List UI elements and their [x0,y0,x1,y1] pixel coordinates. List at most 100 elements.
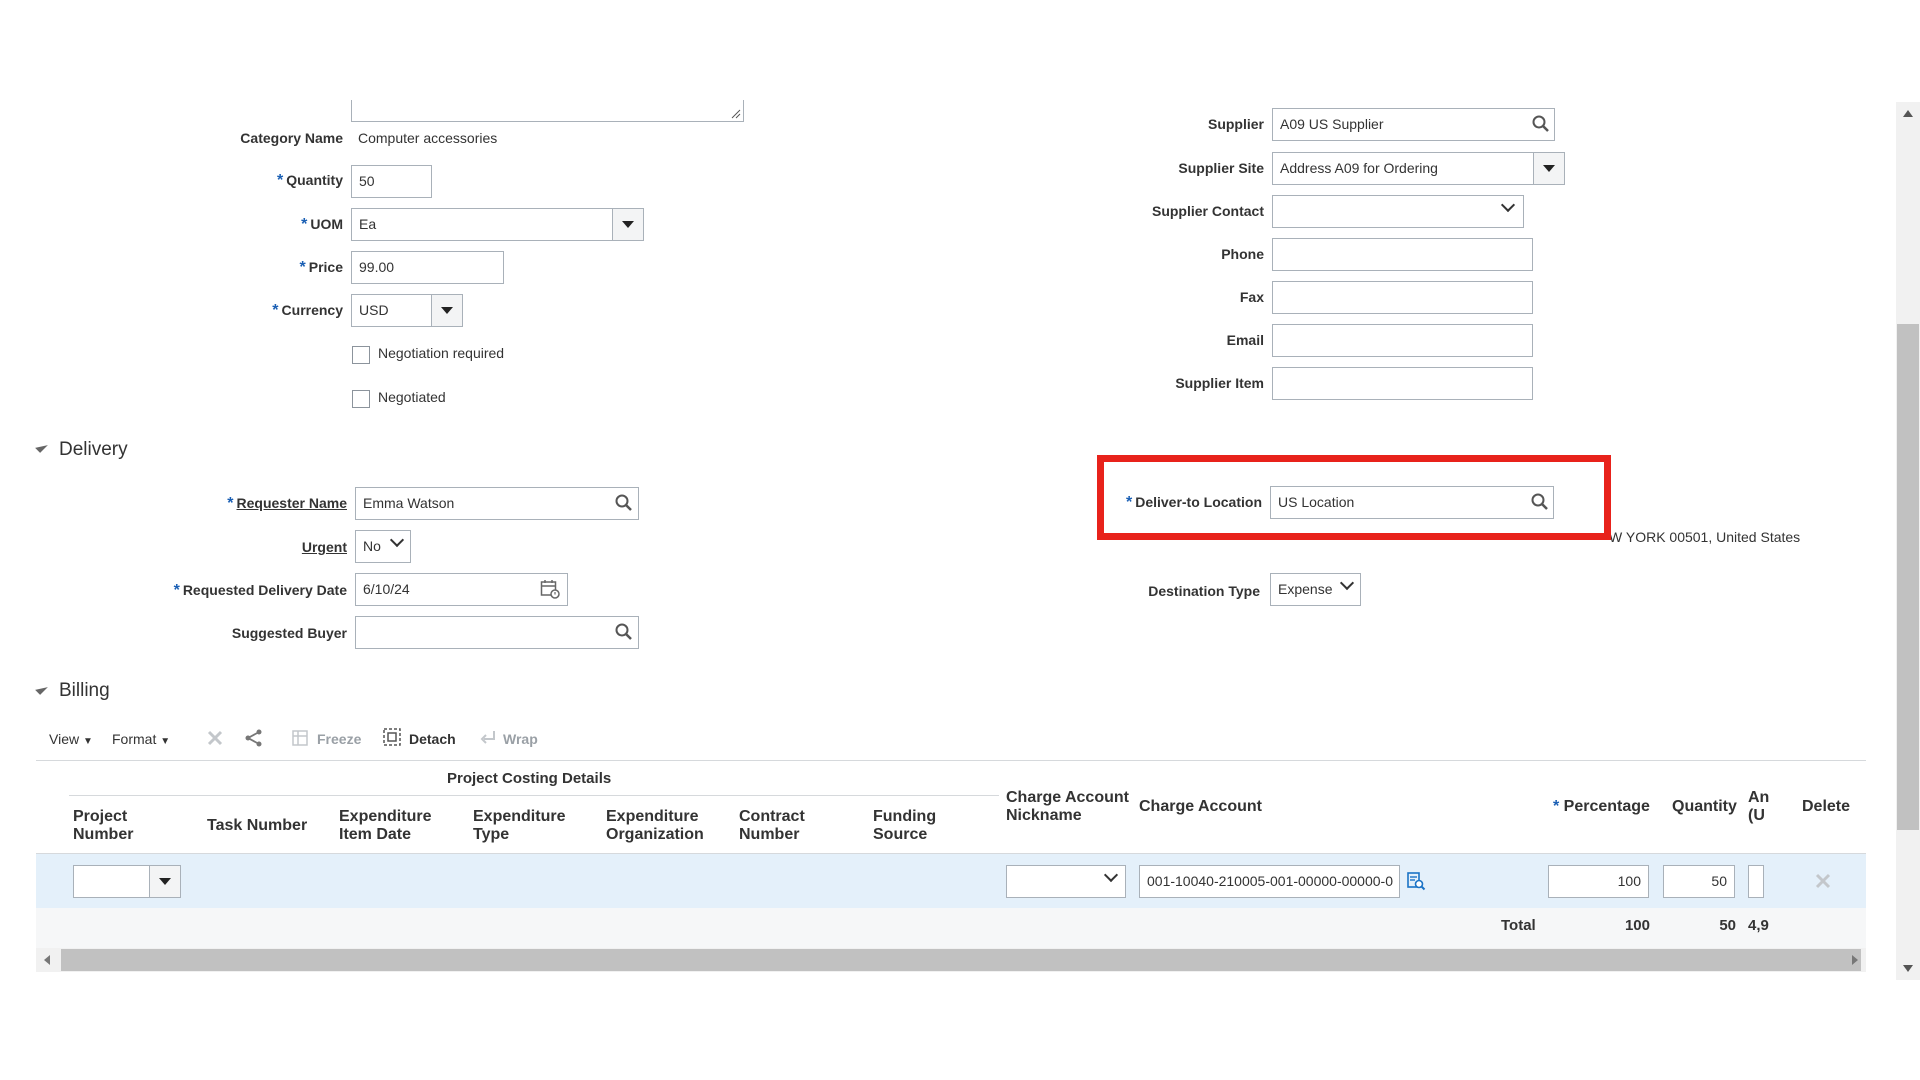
col-charge-account-nickname: Charge Account Nickname [1006,789,1129,824]
supplier-site-label: Supplier Site [1178,160,1264,176]
scroll-left-arrow[interactable] [44,955,50,965]
resize-handle-icon[interactable] [729,107,741,119]
fax-input[interactable] [1272,281,1533,314]
col-amount: An (U [1748,789,1770,824]
fax-label: Fax [1239,289,1264,305]
col-funding-source: Funding Source [873,808,937,843]
col-percentage: * Percentage [1553,798,1650,815]
currency-dropdown-button[interactable] [431,294,463,327]
total-label: Total [1501,917,1536,934]
collapse-delivery-icon[interactable] [35,440,48,453]
freeze-button[interactable]: Freeze [317,731,361,747]
total-quantity: 50 [1719,917,1736,934]
currency-select[interactable]: USD [351,294,432,327]
supplier-site-select[interactable]: Address A09 for Ordering [1272,152,1534,185]
delivery-section-title[interactable]: Delivery [59,439,128,461]
freeze-icon[interactable] [292,730,308,746]
highlight-box [1097,455,1611,540]
col-contract-number: Contract Number [739,808,805,843]
chevron-down-icon[interactable] [1103,867,1119,883]
wrap-icon[interactable] [480,729,496,745]
account-details-icon[interactable] [1406,871,1426,891]
format-menu[interactable]: Format ▼ [112,731,170,747]
dropdown-arrow-icon [159,878,171,885]
description-textarea[interactable] [351,100,744,122]
quantity-cell-input[interactable]: 50 [1663,865,1735,898]
supplier-site-dropdown-button[interactable] [1533,152,1565,185]
search-icon[interactable] [1531,114,1551,134]
uom-select[interactable]: Ea [351,208,613,241]
requester-name-input[interactable]: Emma Watson [355,487,639,520]
horizontal-scroll-thumb[interactable] [61,949,1861,971]
collapse-billing-icon[interactable] [35,682,48,695]
requester-name-label: * Requester Name [227,495,347,512]
chevron-down-icon[interactable] [1500,197,1516,213]
view-menu[interactable]: View ▼ [49,731,93,747]
billing-section-title[interactable]: Billing [59,680,110,702]
negotiation-required-label: Negotiation required [378,345,505,361]
category-name-value: Computer accessories [358,130,498,146]
project-number-select[interactable] [73,865,150,898]
phone-input[interactable] [1272,238,1533,271]
group-header-divider [69,795,999,796]
calendar-icon[interactable] [540,579,560,599]
negotiated-label: Negotiated [378,389,446,405]
supplier-contact-select[interactable] [1272,195,1524,228]
detach-button[interactable]: Detach [409,731,456,747]
negotiation-required-checkbox[interactable] [352,346,370,364]
wrap-button[interactable]: Wrap [503,731,538,747]
urgent-select[interactable]: No [355,530,411,563]
supplier-input[interactable]: A09 US Supplier [1272,108,1555,141]
supplier-label: Supplier [1207,116,1264,132]
quantity-label: * Quantity [276,172,343,189]
chevron-down-icon[interactable] [1339,575,1355,591]
email-input[interactable] [1272,324,1533,357]
dropdown-arrow-icon [441,307,453,314]
totals-row [36,908,1866,948]
col-quantity: Quantity [1672,798,1737,815]
search-icon[interactable] [614,622,634,642]
destination-type-label: Destination Type [1148,583,1260,599]
share-icon[interactable] [244,729,264,747]
supplier-contact-label: Supplier Contact [1151,203,1264,219]
scroll-up-arrow[interactable] [1903,110,1913,117]
currency-label: * Currency [272,302,343,319]
dropdown-arrow-icon [622,221,634,228]
percentage-input[interactable]: 100 [1548,865,1649,898]
uom-label: * UOM [301,216,343,233]
chevron-down-icon[interactable] [389,532,405,548]
delete-line-icon[interactable] [1814,872,1832,890]
scroll-right-arrow[interactable] [1852,955,1858,965]
search-icon[interactable] [614,493,634,513]
uom-dropdown-button[interactable] [612,208,644,241]
delete-row-icon[interactable] [206,729,224,747]
requested-delivery-date-input[interactable]: 6/10/24 [355,573,568,606]
vertical-scroll-thumb[interactable] [1897,324,1919,830]
col-expenditure-type: Expenditure Type [473,808,566,843]
col-project-number: Project Number [73,808,134,843]
category-name-label: Category Name [240,130,343,146]
vertical-scrollbar[interactable] [1896,102,1920,980]
horizontal-scrollbar[interactable] [36,948,1866,972]
project-number-dropdown-button[interactable] [149,865,181,898]
price-input[interactable]: 99.00 [351,251,504,284]
deliver-to-address: W YORK 00501, United States [1609,529,1801,545]
detach-icon[interactable] [383,728,401,746]
quantity-input[interactable]: 50 [351,165,432,198]
negotiated-checkbox[interactable] [352,390,370,408]
col-expenditure-item-date: Expenditure Item Date [339,808,432,843]
suggested-buyer-input[interactable] [355,616,639,649]
amount-cell-input[interactable] [1748,865,1764,898]
dropdown-arrow-icon [1543,165,1555,172]
urgent-label: Urgent [301,539,347,555]
requested-delivery-date-label: * Requested Delivery Date [173,582,347,599]
total-percentage: 100 [1624,917,1650,934]
supplier-item-input[interactable] [1272,367,1533,400]
col-task-number: Task Number [207,817,308,834]
project-costing-details-header: Project Costing Details [447,770,612,787]
suggested-buyer-label: Suggested Buyer [231,625,347,641]
scroll-down-arrow[interactable] [1903,965,1913,972]
total-amount: 4,9 [1748,917,1769,934]
charge-account-input[interactable]: 001-10040-210005-001-00000-00000-0 [1139,865,1400,898]
supplier-item-label: Supplier Item [1175,375,1264,391]
